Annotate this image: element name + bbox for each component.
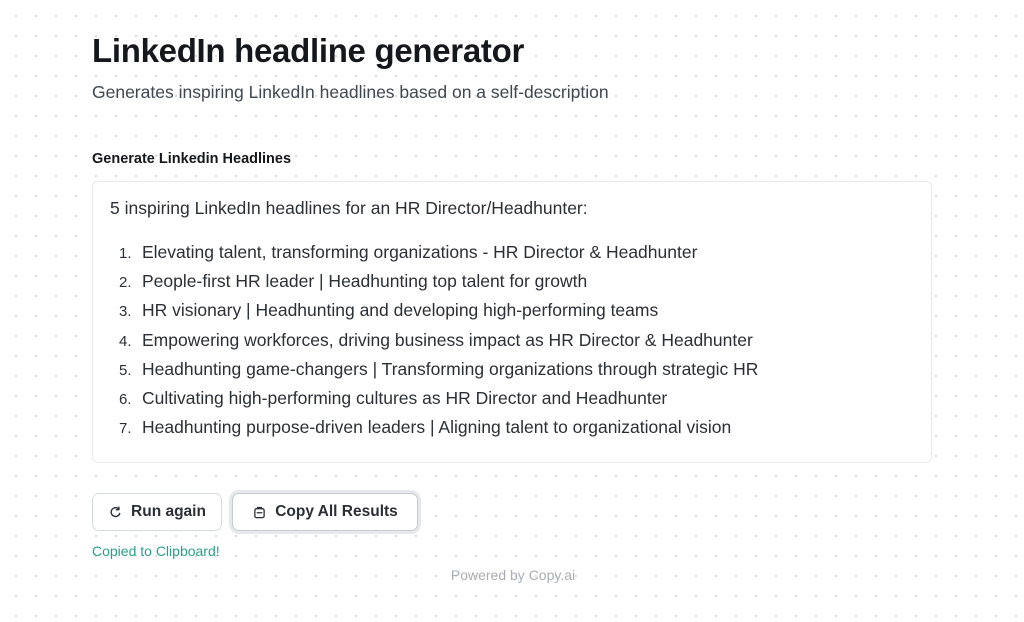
headline-item: 3. HR visionary | Headhunting and develop… [119,296,758,325]
result-output: 5 inspiring LinkedIn headlines for an HR… [92,181,932,463]
headline-item: 1. Elevating talent, transforming organiz… [119,238,758,267]
run-again-button[interactable]: Run again [92,493,222,531]
headline-text: HR visionary | Headhunting and developin… [142,300,659,321]
page-subtitle: Generates inspiring LinkedIn headlines b… [92,82,609,102]
headline-text: Headhunting game-changers | Transforming… [142,358,759,379]
headline-number: 1. [119,245,132,262]
section-label: Generate Linkedin Headlines [92,151,292,167]
run-again-label: Run again [131,503,206,520]
headline-number: 4. [119,332,132,350]
headline-number: 2. [119,274,132,292]
headline-text: Cultivating high-performing cultures as … [142,387,668,408]
result-intro: 5 inspiring LinkedIn headlines for an HR… [110,198,588,218]
headline-number: 6. [119,390,132,408]
headline-item: 2. People-first HR leader | Headhunting t… [119,267,758,296]
headline-item: 5. Headhunting game-changers | Transformi… [119,355,758,384]
headline-list: 1. Elevating talent, transforming organiz… [119,238,758,442]
headline-number: 5. [119,361,132,379]
headline-text: Elevating talent, transforming organizat… [142,242,698,262]
headline-item: 6. Cultivating high-performing cultures a… [119,384,758,413]
copy-all-results-label: Copy All Results [275,503,398,520]
page-title: LinkedIn headline generator [92,32,524,69]
headline-text: People-first HR leader | Headhunting top… [142,271,588,292]
headline-item: 7. Headhunting purpose-driven leaders | A… [119,413,758,442]
copied-confirmation: Copied to Clipboard! [92,543,220,559]
headline-number: 3. [119,303,132,321]
refresh-icon [108,505,122,519]
clipboard-icon [252,505,266,519]
headline-text: Headhunting purpose-driven leaders | Ali… [142,417,732,438]
powered-by-link[interactable]: Powered by Copy.ai [92,567,934,583]
headline-text: Empowering workforces, driving business … [142,329,753,350]
copy-all-results-button[interactable]: Copy All Results [232,493,418,531]
headline-number: 7. [119,420,132,438]
headline-item: 4. Empowering workforces, driving busines… [119,326,758,355]
